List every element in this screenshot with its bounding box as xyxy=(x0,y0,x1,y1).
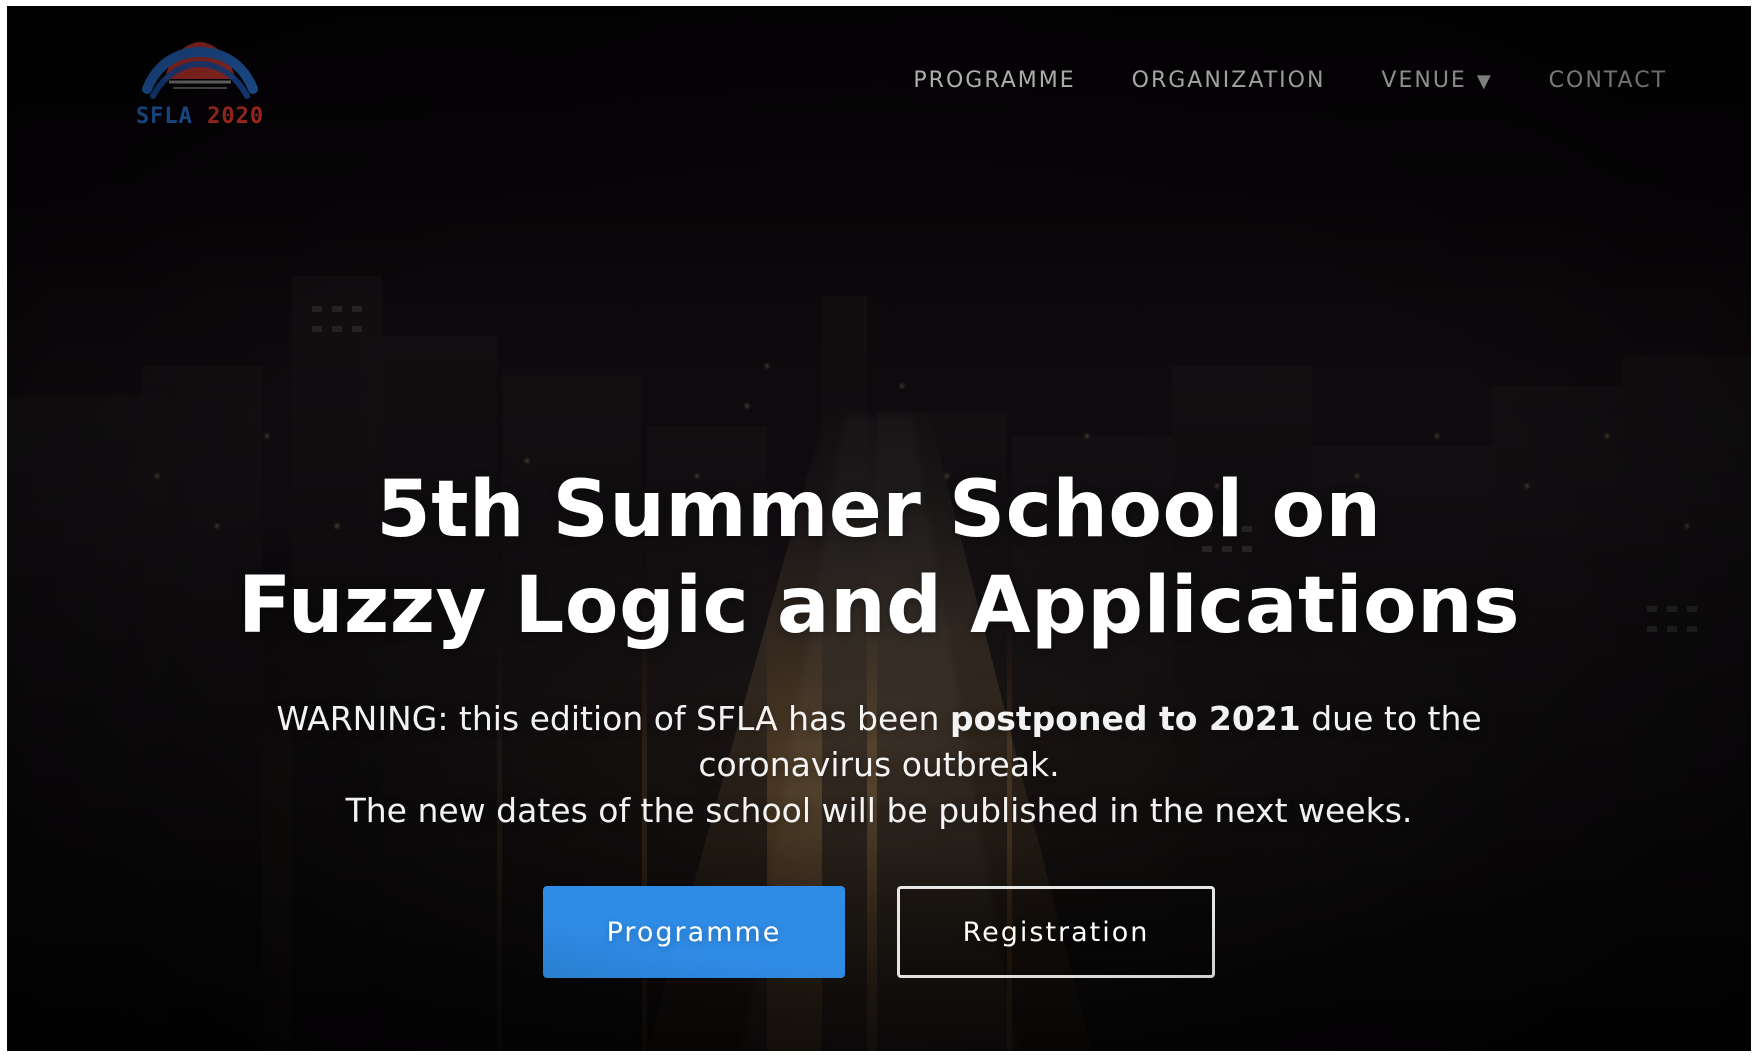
registration-button[interactable]: Registration xyxy=(897,886,1215,978)
warning-line-1: WARNING: this edition of SFLA has been p… xyxy=(7,696,1751,742)
warning-line-1-prefix: WARNING: this edition of SFLA has been xyxy=(276,699,950,738)
hero-title: 5th Summer School on Fuzzy Logic and App… xyxy=(7,462,1751,654)
hero-section: SFLA 2020 PROGRAMME ORGANIZATION VENUE ▼… xyxy=(7,6,1751,1051)
warning-message: WARNING: this edition of SFLA has been p… xyxy=(7,696,1751,834)
warning-line-1-suffix: due to the xyxy=(1300,699,1482,738)
cta-buttons: Programme Registration xyxy=(7,886,1751,978)
programme-button[interactable]: Programme xyxy=(543,886,845,978)
warning-line-2: coronavirus outbreak. xyxy=(698,745,1060,784)
hero-content: 5th Summer School on Fuzzy Logic and App… xyxy=(7,6,1751,1051)
warning-line-3: The new dates of the school will be publ… xyxy=(345,791,1413,830)
hero-title-line-2: Fuzzy Logic and Applications xyxy=(237,561,1521,651)
warning-line-1-strong: postponed to 2021 xyxy=(949,699,1301,738)
hero-title-line-1: 5th Summer School on xyxy=(376,465,1382,555)
